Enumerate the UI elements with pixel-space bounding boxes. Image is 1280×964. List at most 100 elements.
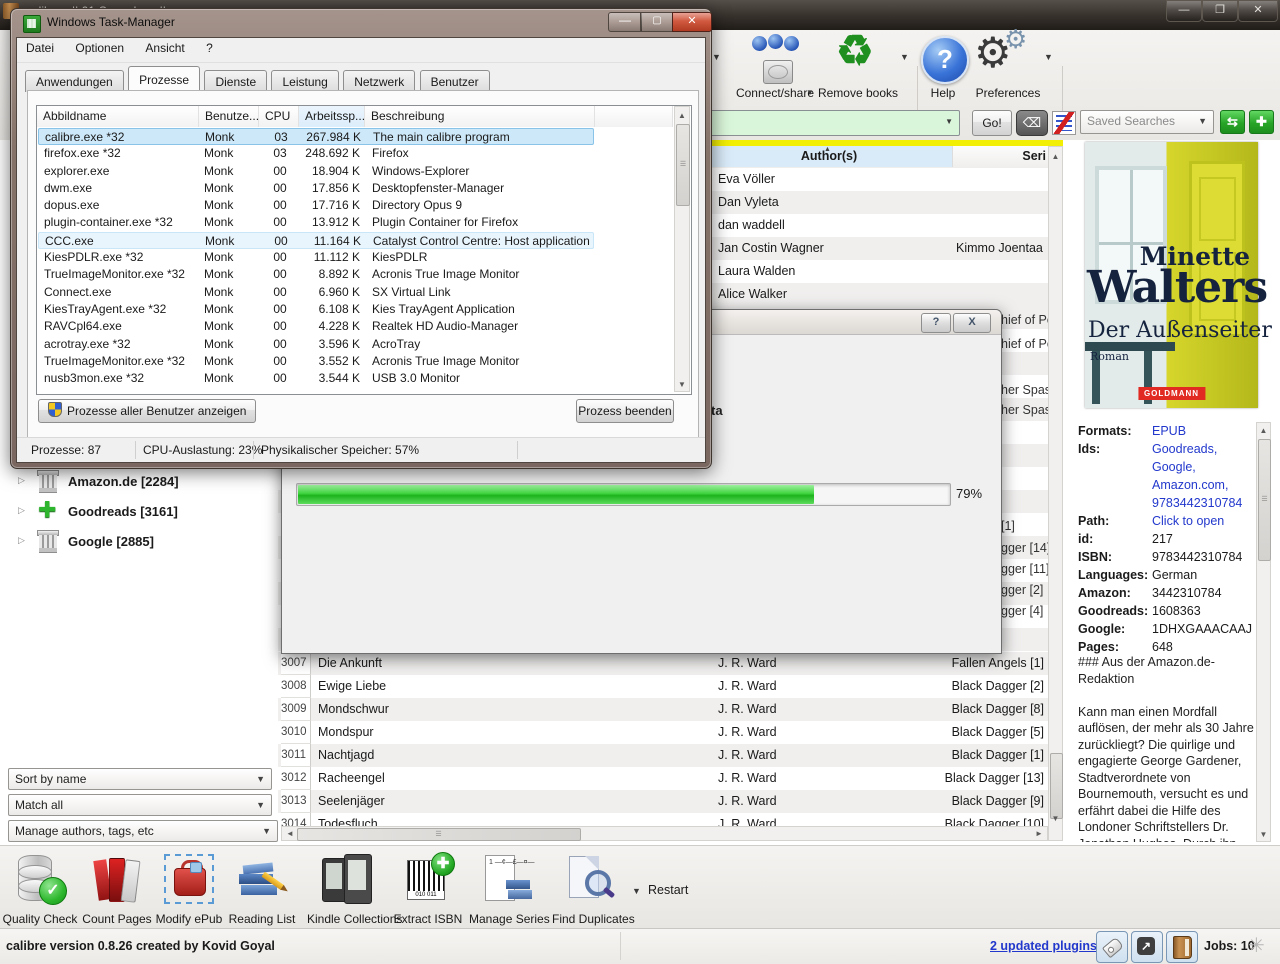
detail-value[interactable]: Click to open <box>1152 512 1224 530</box>
manage-authors-dropdown[interactable]: Manage authors, tags, etc ▼ <box>8 820 278 842</box>
maximize-button[interactable]: ▢ <box>640 12 674 32</box>
open-arrow-button[interactable]: ↗ <box>1131 931 1163 963</box>
process-row[interactable]: KiesTrayAgent.exe *32 Monk 00 6.108 K Ki… <box>38 301 594 318</box>
detail-value[interactable]: Goodreads, <box>1152 440 1217 458</box>
plugin-button[interactable]: ✓ ✚ Modify ePub <box>151 850 227 926</box>
detail-value[interactable]: Google, <box>1152 458 1196 476</box>
book-row[interactable]: 3012 Racheengel J. R. Ward Black Dagger … <box>278 767 1048 790</box>
scroll-right-icon[interactable]: ► <box>1033 827 1045 840</box>
plugin-button[interactable]: ✓ ✚ Kindle Collections <box>307 850 402 926</box>
scroll-down-icon[interactable]: ▼ <box>1257 827 1270 842</box>
detail-value[interactable]: 1608363 <box>1152 602 1201 620</box>
book-row[interactable]: 3010 Mondspur J. R. Ward Black Dagger [5… <box>278 721 1048 744</box>
scroll-down-icon[interactable]: ▼ <box>675 377 689 392</box>
help-button[interactable]: ? Help <box>920 34 969 102</box>
plugin-button[interactable]: ✓ ✚ Quality Check <box>2 850 78 926</box>
preferences-dropdown-arrow[interactable]: ▼ <box>1044 52 1053 62</box>
process-row[interactable]: TrueImageMonitor.exe *32 Monk 00 8.892 K… <box>38 266 594 283</box>
copy-search-icon[interactable]: ⇆ <box>1220 110 1245 134</box>
book-info-button[interactable] <box>1166 931 1198 963</box>
close-button[interactable]: ✕ <box>672 12 712 32</box>
menu-optionen[interactable]: Optionen <box>66 38 133 58</box>
detail-value[interactable]: 217 <box>1152 530 1173 548</box>
book-row[interactable]: 3008 Ewige Liebe J. R. Ward Black Dagger… <box>278 675 1048 698</box>
dialog-close-button[interactable]: X <box>953 313 991 333</box>
column-header-user[interactable]: Benutze... <box>199 106 259 127</box>
process-row[interactable]: KiesPDLR.exe *32 Monk 00 11.112 K KiesPD… <box>38 249 594 266</box>
vscrollbar-thumb[interactable] <box>1050 753 1063 819</box>
menu-datei[interactable]: Datei <box>17 38 63 58</box>
detail-value[interactable]: German <box>1152 566 1197 584</box>
tab[interactable]: Anwendungen <box>25 70 124 92</box>
save-search-icon[interactable]: ✚ <box>1249 110 1274 134</box>
remove-books-button[interactable]: ♻ Remove books <box>818 27 898 102</box>
plugin-button[interactable]: ✓ ✚ Extract ISBN <box>390 850 466 926</box>
restart-label[interactable]: Restart <box>648 883 688 897</box>
show-all-processes-button[interactable]: Prozesse aller Benutzer anzeigen <box>38 399 257 423</box>
detail-value[interactable]: 1DHXGAAACAAJ <box>1152 620 1252 638</box>
process-row[interactable]: RAVCpl64.exe Monk 00 4.228 K Realtek HD … <box>38 318 594 335</box>
jobs-spinner-icon[interactable]: ✳ <box>1248 933 1265 958</box>
expand-arrow-icon[interactable]: ▷ <box>18 535 25 546</box>
search-dropdown-arrow[interactable]: ▼ <box>945 117 953 126</box>
column-header-authors[interactable]: ▲ Author(s) <box>706 146 953 167</box>
tab[interactable]: Netzwerk <box>343 70 416 92</box>
scroll-up-icon[interactable]: ▲ <box>1257 423 1270 438</box>
scroll-down-icon[interactable]: ▼ <box>1049 811 1062 826</box>
book-cover[interactable]: Minette Walters Der Außenseiter Roman GO… <box>1085 142 1272 408</box>
details-scrollbar[interactable]: ▲ ☰ ▼ <box>1256 422 1271 842</box>
saved-searches-dropdown[interactable]: Saved Searches ▼ <box>1080 110 1214 134</box>
search-go-button[interactable]: Go! <box>972 110 1012 136</box>
scroll-up-icon[interactable]: ▲ <box>675 108 689 123</box>
updated-plugins-link[interactable]: 2 updated plugins <box>990 939 1097 953</box>
sort-by-dropdown[interactable]: Sort by name ▼ <box>8 768 272 790</box>
menu-ansicht[interactable]: Ansicht <box>136 38 193 58</box>
process-row[interactable]: dopus.exe Monk 00 17.716 K Directory Opu… <box>38 197 594 214</box>
close-button[interactable]: ✕ <box>1238 0 1278 22</box>
plugin-button[interactable]: ✓ ✚ Count Pages <box>79 850 155 926</box>
detail-value[interactable]: 3442310784 <box>1152 584 1222 602</box>
sidebar-item[interactable]: ▷ Google [2885] <box>4 530 272 554</box>
book-list-hscrollbar[interactable]: ◄ ☰ ► <box>281 826 1048 841</box>
book-row[interactable]: 3009 Mondschwur J. R. Ward Black Dagger … <box>278 698 1048 721</box>
process-row[interactable]: nusb3mon.exe *32 Monk 00 3.544 K USB 3.0… <box>38 370 594 387</box>
process-list-scrollbar[interactable]: ▲ ☰ ▼ <box>674 106 690 392</box>
match-dropdown[interactable]: Match all ▼ <box>8 794 272 816</box>
column-header-desc[interactable]: Beschreibung <box>365 106 595 127</box>
tab[interactable]: Benutzer <box>419 70 490 92</box>
expand-arrow-icon[interactable]: ▷ <box>18 505 25 516</box>
book-list-vscrollbar[interactable]: ▲ ▼ <box>1048 146 1063 841</box>
minimize-button[interactable]: — <box>1166 0 1202 22</box>
scroll-left-icon[interactable]: ◄ <box>284 827 296 840</box>
process-row[interactable]: TrueImageMonitor.exe *32 Monk 00 3.552 K… <box>38 353 594 370</box>
preferences-button[interactable]: ⚙ ⚙ Preferences <box>972 24 1042 102</box>
process-row[interactable]: acrotray.exe *32 Monk 00 3.596 K AcroTra… <box>38 336 594 353</box>
restore-button[interactable]: ❐ <box>1202 0 1238 22</box>
column-header-mem[interactable]: Arbeitssp... <box>299 106 365 127</box>
process-row[interactable]: dwm.exe Monk 00 17.856 K Desktopfenster-… <box>38 180 594 197</box>
column-header-name[interactable]: Abbildname <box>37 106 199 127</box>
minimize-button[interactable]: — <box>608 12 642 32</box>
process-row[interactable]: plugin-container.exe *32 Monk 00 13.912 … <box>38 214 594 231</box>
plugin-button[interactable]: ✓ ✚ Reading List <box>224 850 300 926</box>
clear-search-icon[interactable]: ⌫ <box>1016 110 1048 136</box>
process-row[interactable]: CCC.exe Monk 00 11.164 K Catalyst Contro… <box>38 231 594 250</box>
column-header-series[interactable]: Seri <box>955 146 1050 167</box>
book-row[interactable]: 3014 Todesfluch J. R. Ward Black Dagger … <box>278 813 1048 826</box>
plugin-button[interactable]: ✓ ✚ Manage Series <box>469 850 550 926</box>
plugin-button[interactable]: ✓ ✚ Find Duplicates <box>552 850 635 926</box>
menu-help[interactable]: ? <box>197 38 222 58</box>
hscrollbar-thumb[interactable]: ☰ <box>297 828 581 841</box>
end-process-button[interactable]: Prozess beenden <box>576 399 674 423</box>
dialog-help-button[interactable]: ? <box>921 313 951 333</box>
restart-dropdown-arrow[interactable]: ▼ <box>632 886 641 896</box>
detail-value[interactable]: 9783442310784 <box>1152 548 1242 566</box>
sidebar-item[interactable]: ▷ Amazon.de [2284] <box>4 470 272 494</box>
process-row[interactable]: firefox.exe *32 Monk 03 248.692 K Firefo… <box>38 145 594 162</box>
scroll-up-icon[interactable]: ▲ <box>1049 149 1062 164</box>
details-scrollbar-thumb[interactable]: ☰ <box>1258 439 1271 561</box>
expand-arrow-icon[interactable]: ▷ <box>18 475 25 486</box>
tab[interactable]: Dienste <box>204 70 268 92</box>
hidden-tool-dropdown-arrow[interactable]: ▼ <box>712 52 721 62</box>
connect-share-button[interactable]: Connect/share <box>736 34 814 102</box>
